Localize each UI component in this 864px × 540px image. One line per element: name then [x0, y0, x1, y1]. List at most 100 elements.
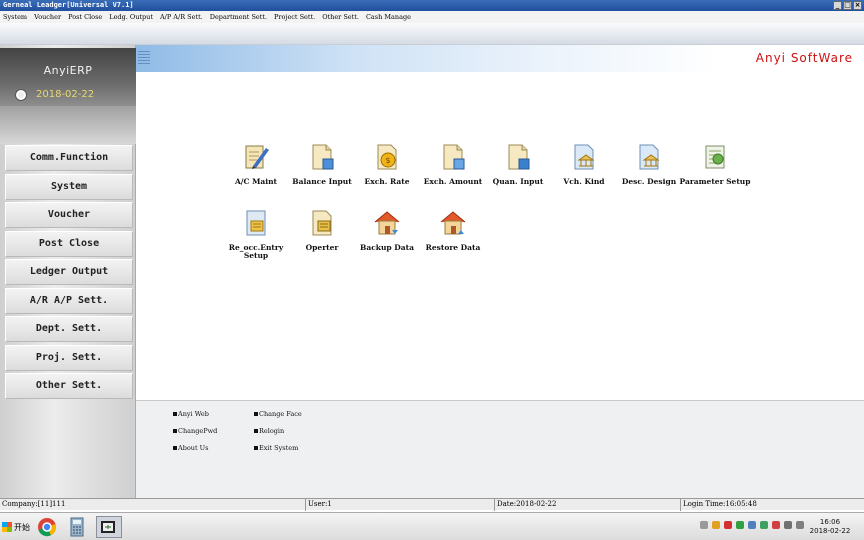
taskbar-calculator[interactable]: [66, 516, 92, 538]
nav-ledger-output[interactable]: Ledger Output: [5, 259, 133, 285]
bullet-icon: [173, 446, 177, 450]
nav-other-sett[interactable]: Other Sett.: [5, 373, 133, 399]
menu-ap-ar-sett[interactable]: A/P A/R Sett.: [160, 11, 203, 23]
taskbar: 开始 16:06 2018-02-22: [0, 512, 864, 540]
nav-comm-function[interactable]: Comm.Function: [5, 145, 133, 171]
bullet-icon: [173, 429, 177, 433]
menu-system[interactable]: System: [3, 11, 27, 23]
link-relogin[interactable]: Relogin: [254, 427, 284, 435]
function-balance-input[interactable]: Balance Input: [286, 142, 358, 186]
nav-ar-ap-sett[interactable]: A/R A/P Sett.: [5, 287, 133, 314]
link-change-face[interactable]: Change Face: [254, 410, 302, 418]
menu-ledger-output[interactable]: Ledg. Output: [109, 11, 153, 23]
function-restore-data[interactable]: Restore Data: [417, 208, 489, 252]
description-design-icon: [639, 144, 660, 170]
status-login-time: Login Time:16:05:48: [680, 499, 864, 511]
bullet-icon: [254, 429, 258, 433]
function-label: A/C Maint: [234, 177, 278, 186]
nav-post-close[interactable]: Post Close: [5, 230, 133, 257]
function-label: Balance Input: [292, 177, 352, 186]
close-button[interactable]: ×: [853, 1, 862, 10]
link-label: Change Face: [259, 410, 302, 418]
pencil-ledger-icon: [245, 145, 269, 169]
tray-icon-7[interactable]: [772, 521, 780, 529]
nav-proj-sett[interactable]: Proj. Sett.: [5, 344, 133, 371]
taskbar-chrome[interactable]: [36, 516, 62, 538]
recurring-entry-icon: [246, 210, 266, 236]
bullet-icon: [254, 446, 258, 450]
tray-icon-4[interactable]: [736, 521, 744, 529]
link-about-us[interactable]: About Us: [173, 444, 208, 452]
function-vch-kind[interactable]: Vch. Kind: [548, 142, 620, 186]
sidebar: AnyiERP 2018-02-22 Comm.Function System …: [0, 45, 136, 498]
link-exit-system[interactable]: Exit System: [254, 444, 298, 452]
function-quan-input[interactable]: Quan. Input: [482, 142, 554, 186]
taskbar-clock[interactable]: 16:06 2018-02-22: [806, 518, 854, 536]
quick-links-panel: Anyi Web Change Face ChangePwd Relogin A…: [136, 400, 864, 498]
status-date: Date:2018-02-22: [494, 499, 680, 511]
sidebar-nav: Comm.Function System Voucher Post Close …: [5, 145, 133, 402]
link-label: Exit System: [259, 444, 299, 452]
function-label: Operter: [305, 243, 339, 252]
chrome-icon: [38, 518, 57, 537]
bullet-icon: [254, 412, 258, 416]
menu-department-sett[interactable]: Department Sett.: [210, 11, 267, 23]
tray-icon-1[interactable]: [700, 521, 708, 529]
link-label: Relogin: [259, 427, 285, 435]
toolbar-band: [0, 23, 864, 45]
house-backup-icon: [374, 211, 400, 235]
nav-system[interactable]: System: [5, 173, 133, 200]
windows-icon: [2, 522, 12, 532]
svg-text:$: $: [385, 156, 390, 165]
minimize-button[interactable]: _: [833, 1, 842, 10]
taskbar-anyi-erp[interactable]: [96, 516, 122, 538]
coin-document-icon: $: [377, 144, 397, 170]
function-label: Vch. Kind: [563, 177, 605, 186]
link-anyi-web[interactable]: Anyi Web: [173, 410, 209, 418]
menu-other-sett[interactable]: Other Sett.: [322, 11, 359, 23]
menu-bar: System Voucher Post Close Ledg. Output A…: [0, 11, 864, 23]
voucher-kind-icon: [574, 144, 595, 170]
function-exch-amount[interactable]: Exch. Amount: [417, 142, 489, 186]
window-controls: _ □ ×: [833, 1, 862, 10]
tray-icon-3[interactable]: [724, 521, 732, 529]
document-quantity-icon: [508, 144, 530, 170]
function-label: Backup Data: [360, 243, 414, 252]
link-change-pwd[interactable]: ChangePwd: [173, 427, 217, 435]
volume-icon[interactable]: [796, 521, 804, 529]
nav-voucher[interactable]: Voucher: [5, 202, 133, 228]
logo-panel: AnyiERP 2018-02-22: [0, 48, 136, 106]
function-ac-maint[interactable]: A/C Maint: [220, 142, 292, 186]
function-backup-data[interactable]: Backup Data: [351, 208, 423, 252]
tray-icon-6[interactable]: [760, 521, 768, 529]
function-label: Quan. Input: [492, 177, 544, 186]
house-restore-icon: [440, 211, 466, 235]
menu-post-close[interactable]: Post Close: [68, 11, 102, 23]
menu-cash-manage[interactable]: Cash Manage: [366, 11, 411, 23]
sidebar-date-row: 2018-02-22: [16, 89, 94, 100]
tray-icon-2[interactable]: [712, 521, 720, 529]
function-reocc-entry-setup[interactable]: Re_occ.Entry Setup: [220, 208, 292, 260]
clock-icon: [16, 89, 26, 100]
function-operter[interactable]: Operter: [286, 208, 358, 252]
start-label: 开始: [14, 522, 30, 532]
function-desc-design[interactable]: Desc. Design: [613, 142, 685, 186]
nav-dept-sett[interactable]: Dept. Sett.: [5, 316, 133, 342]
network-icon[interactable]: [784, 521, 792, 529]
function-parameter-setup[interactable]: Parameter Setup: [679, 142, 751, 186]
app-logo: AnyiERP: [43, 64, 93, 77]
app-window-icon: [101, 521, 115, 533]
clock-time: 16:06: [819, 518, 841, 526]
tray-icon-5[interactable]: [748, 521, 756, 529]
sidebar-date: 2018-02-22: [36, 89, 95, 100]
clock-date: 2018-02-22: [809, 527, 851, 535]
maximize-button[interactable]: □: [843, 1, 852, 10]
status-company: Company:[11]111: [2, 500, 66, 508]
link-label: ChangePwd: [178, 427, 218, 435]
function-grid: A/C Maint Balance Input $ Exch. Rate Exc…: [136, 45, 864, 400]
operator-icon: [312, 210, 332, 236]
menu-voucher[interactable]: Voucher: [34, 11, 61, 23]
menu-project-sett[interactable]: Project Sett.: [274, 11, 315, 23]
start-button[interactable]: 开始: [2, 518, 32, 536]
function-exch-rate[interactable]: $ Exch. Rate: [351, 142, 423, 186]
